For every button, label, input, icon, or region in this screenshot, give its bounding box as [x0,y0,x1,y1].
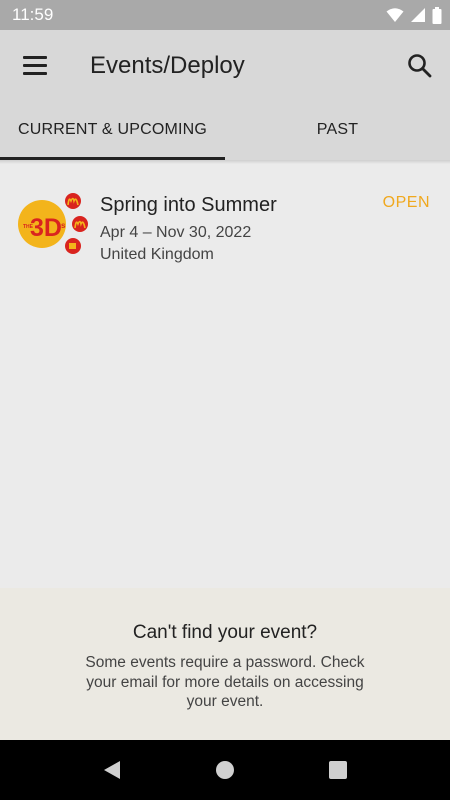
event-logo: THE 3D s [18,193,88,254]
logo-text: 3D [30,214,62,242]
menu-line [23,64,47,67]
status-bar: 11:59 [0,0,450,30]
menu-line [23,72,47,75]
page-title: Events/Deploy [90,52,245,79]
recents-icon[interactable] [326,758,350,782]
tab-bar: CURRENT & UPCOMING PAST [0,100,450,160]
home-icon[interactable] [213,758,237,782]
system-nav-bar [0,740,450,800]
help-title: Can't find your event? [132,622,318,643]
tab-shadow [0,160,450,164]
status-time: 11:59 [12,5,54,24]
help-panel: Can't find your event? Some events requi… [0,588,450,740]
tab-current-upcoming[interactable]: CURRENT & UPCOMING [0,100,225,160]
wifi-icon [386,8,404,22]
event-dates: Apr 4 – Nov 30, 2022 [100,224,252,241]
menu-line [23,56,47,59]
tab-past[interactable]: PAST [225,100,450,160]
battery-icon [432,6,442,24]
event-location: United Kingdom [100,246,214,263]
help-text: Some events require a password. Check yo… [85,654,365,710]
status-badge: OPEN [382,194,430,211]
search-icon[interactable] [404,50,436,82]
event-name: Spring into Summer [100,194,277,216]
back-icon[interactable] [100,758,124,782]
logo-suffix: s [61,221,66,230]
app-bar: Events/Deploy [0,30,450,100]
event-list-item[interactable]: THE 3D s Spring into Summer Apr 4 – Nov … [0,170,450,280]
hamburger-menu-icon[interactable] [18,52,52,80]
status-icons [386,6,442,24]
signal-icon [411,8,425,22]
